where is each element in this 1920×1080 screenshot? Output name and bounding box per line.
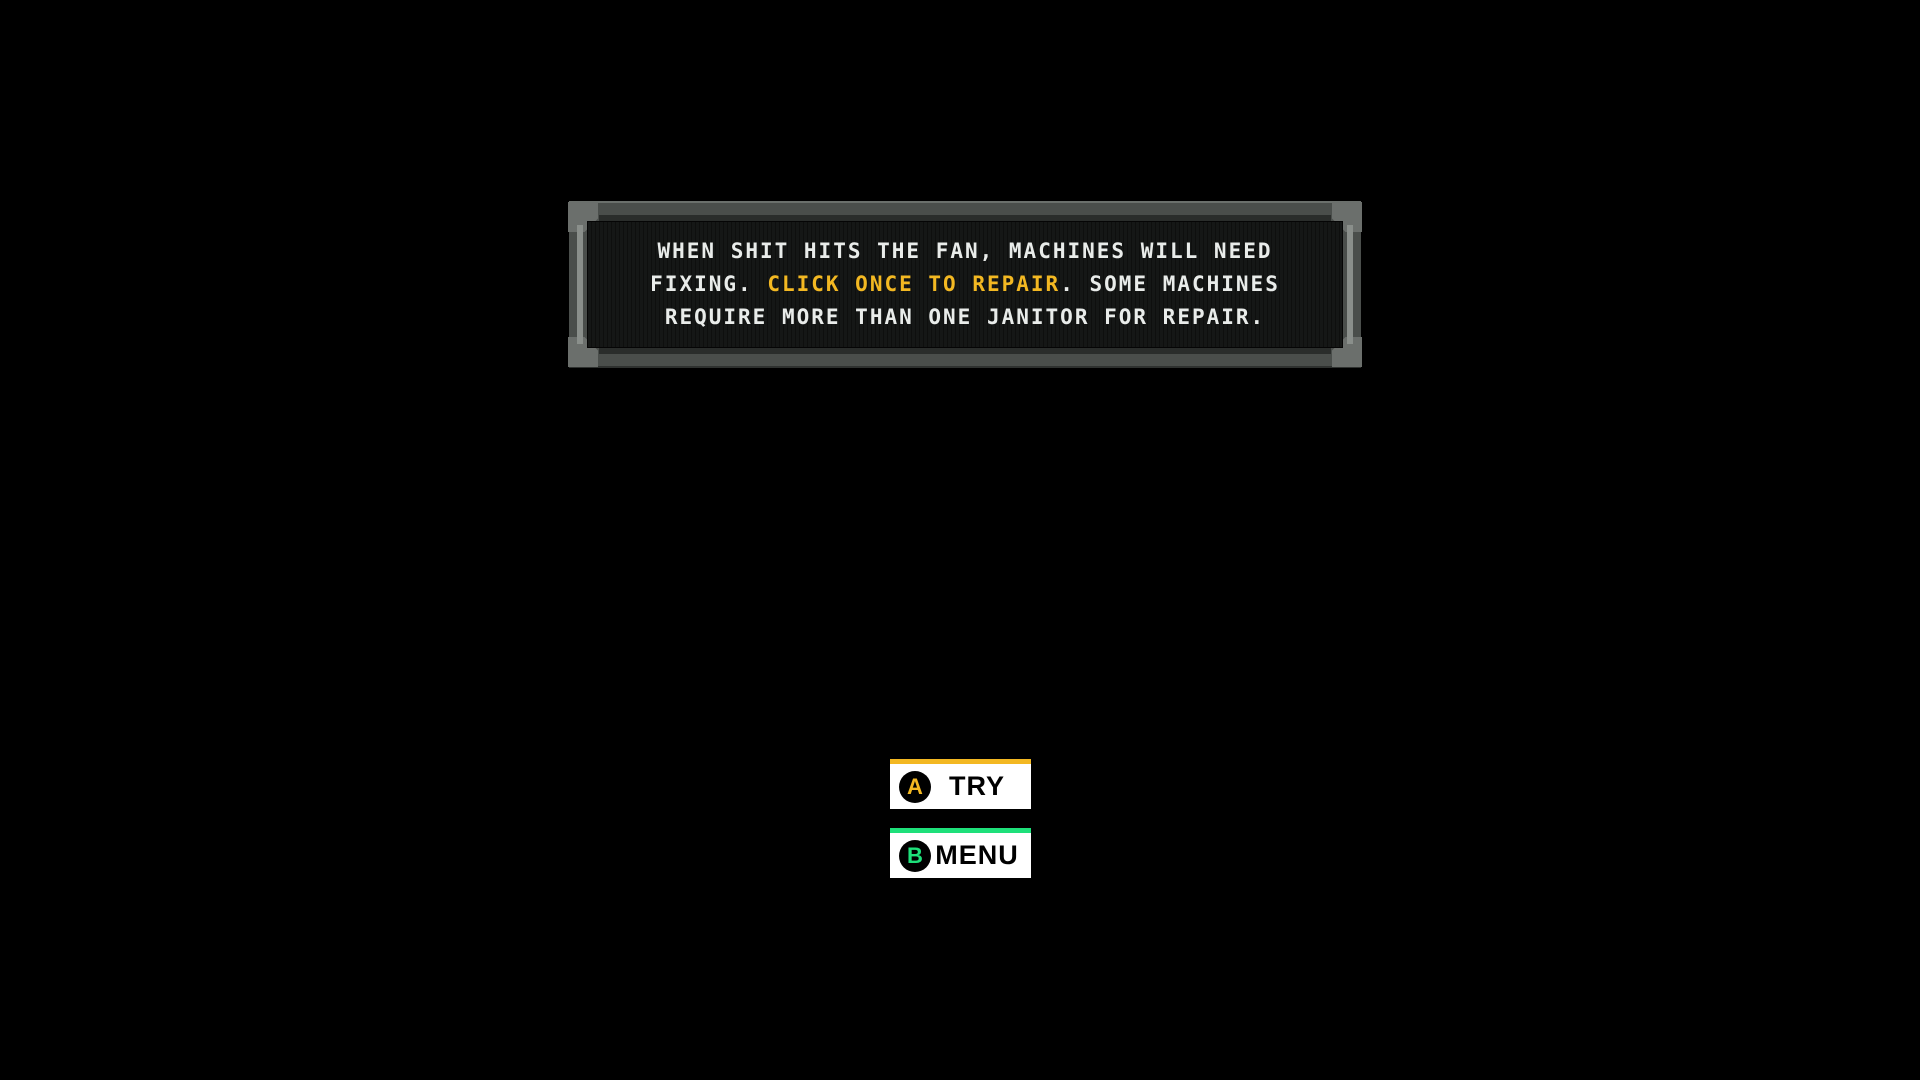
try-button[interactable]: A TRY [890,759,1031,809]
panel-screen: When shit hits the fan, machines will ne… [587,221,1343,348]
menu-button[interactable]: B MENU [890,828,1031,878]
menu-button-label: MENU [935,840,1019,870]
tutorial-text-highlight: Click once to repair [767,272,1061,296]
a-button-icon: A [899,770,931,803]
b-button-icon: B [899,839,931,872]
panel-rail-left [577,225,583,344]
try-button-label: TRY [949,771,1005,801]
tutorial-text: When shit hits the fan, machines will ne… [645,235,1285,334]
game-screen: When shit hits the fan, machines will ne… [0,0,1920,1080]
tutorial-panel: When shit hits the fan, machines will ne… [568,201,1362,368]
panel-rail-bottom [599,348,1331,354]
panel-rail-right [1347,225,1353,344]
